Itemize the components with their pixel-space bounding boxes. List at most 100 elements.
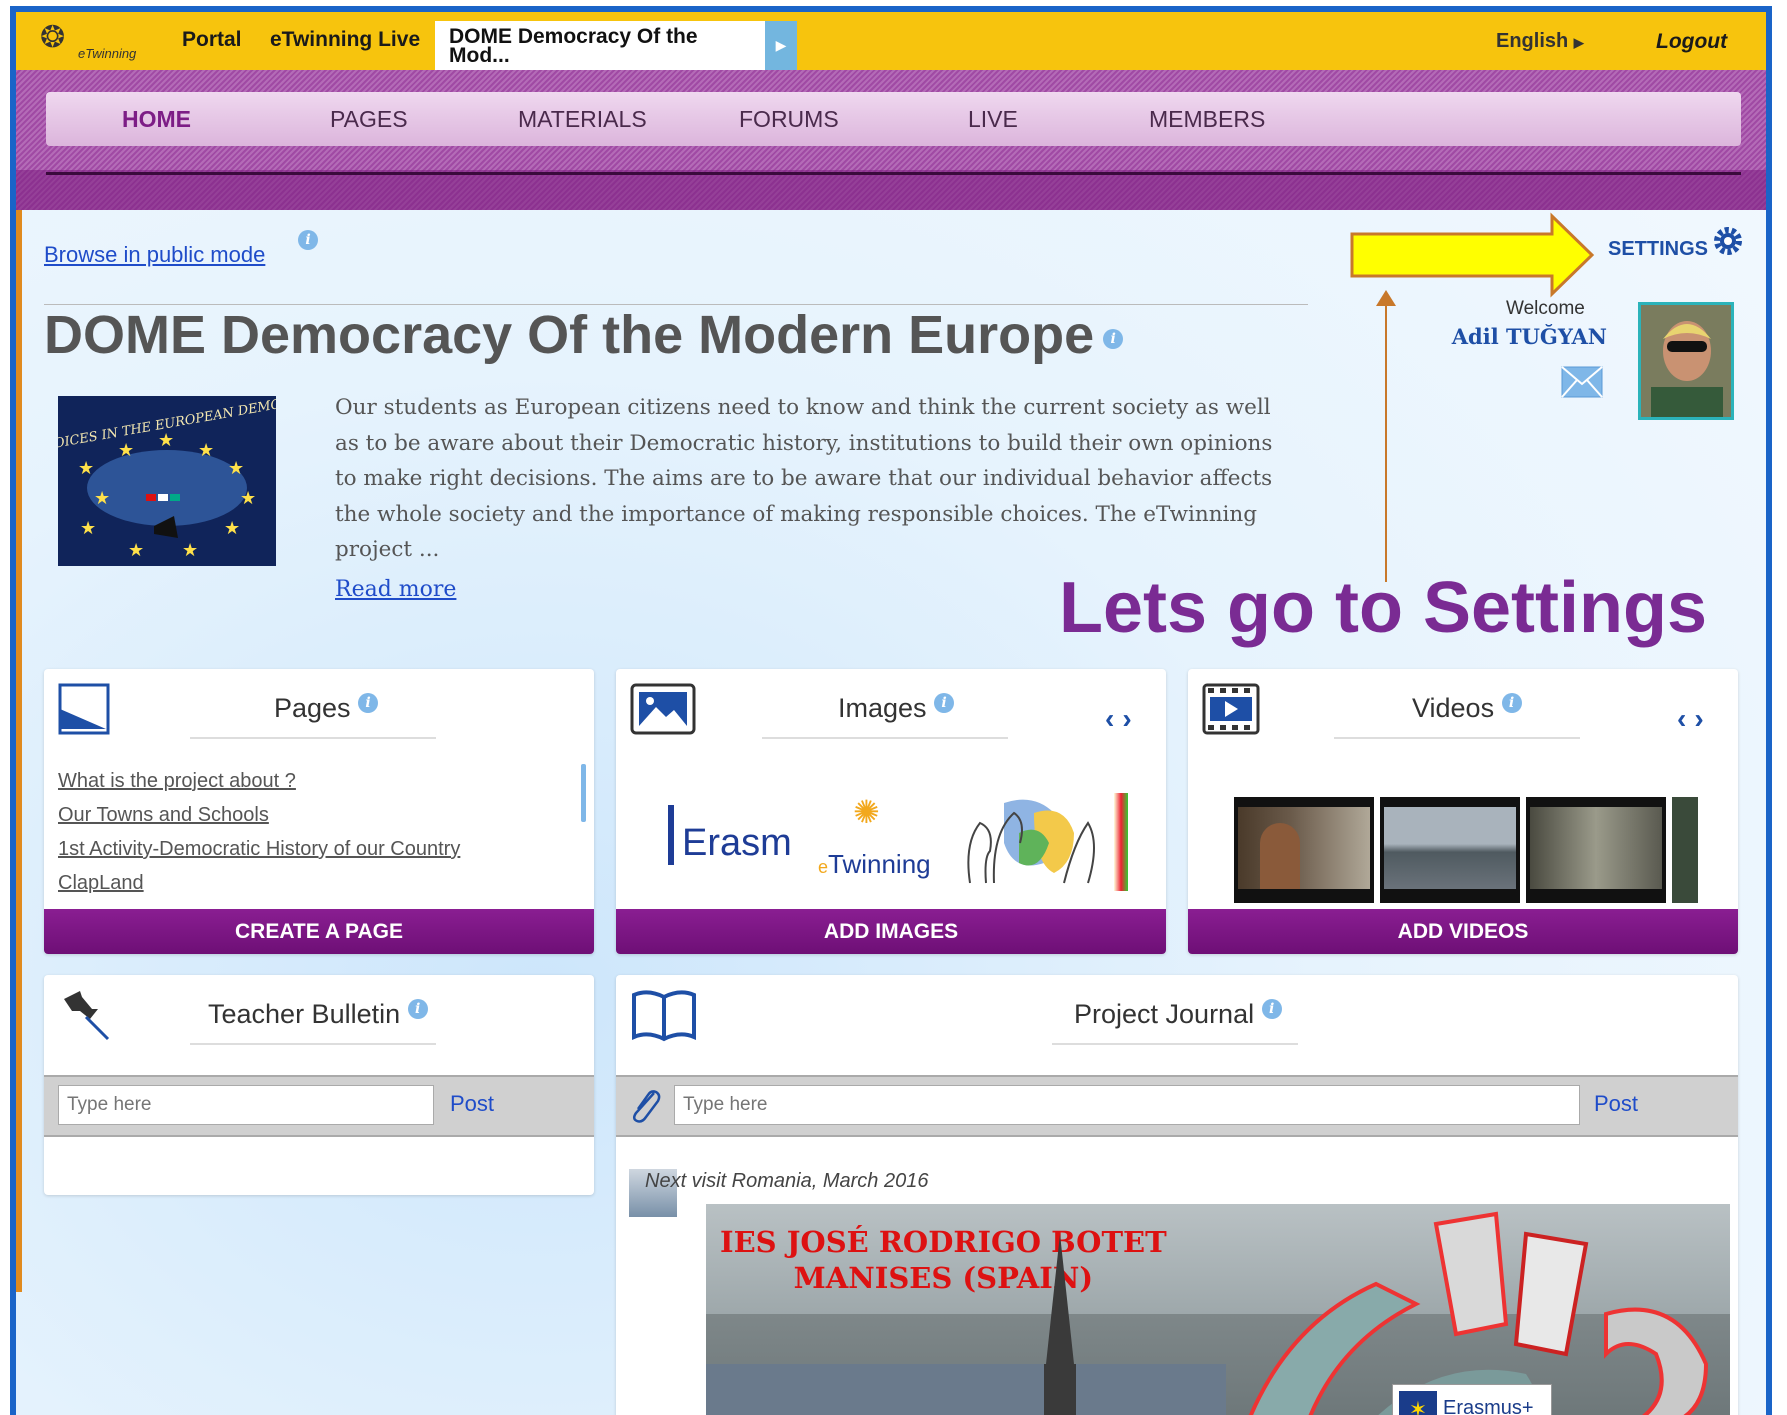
info-icon[interactable]: i [358,693,379,713]
pages-title: Pages i [274,693,379,724]
erasmus-thumbnail[interactable]: Erasm [668,805,792,865]
project-tab[interactable]: DOME Democracy Of the Mod... ▶ [435,21,797,70]
play-arrow-icon[interactable]: ▶ [765,21,797,70]
chevron-right-icon[interactable]: › [1694,703,1711,734]
video-thumbnail[interactable] [1526,797,1666,903]
journal-post-button[interactable]: Post [1594,1091,1638,1117]
svg-text:★: ★ [80,518,96,538]
nav-pages[interactable]: PAGES [330,106,408,133]
carousel-arrows[interactable]: ‹› [1677,703,1712,735]
page-link[interactable]: Our Towns and Schools [58,804,269,827]
create-page-button[interactable]: CREATE A PAGE [44,909,594,954]
language-selector[interactable]: English ▶ [1496,30,1584,53]
main-nav: HOME PAGES MATERIALS FORUMS LIVE MEMBERS [46,92,1741,146]
project-title: DOME Democracy Of the Modern Europe i [44,304,1124,366]
info-icon[interactable]: i [1261,999,1282,1019]
bulletin-title-text: Teacher Bulletin [208,999,401,1029]
page-link[interactable]: What is the project about ? [58,770,296,793]
etwinning-thumbnail[interactable]: ✺ eTwinning [818,793,958,891]
journal-entry-image[interactable]: IES JOSÉ RODRIGO BOTET MANISES (SPAIN) ✶… [706,1204,1730,1415]
info-icon[interactable]: i [1501,693,1522,713]
scrollbar[interactable] [581,764,586,822]
info-icon[interactable]: i [1103,328,1124,349]
svg-text:★: ★ [224,518,240,538]
nav-home[interactable]: HOME [122,106,191,133]
nav-members[interactable]: MEMBERS [1149,106,1265,133]
video-thumbnail[interactable] [1380,797,1520,903]
paperclip-icon[interactable] [628,1087,662,1125]
erasmus-badge: ✶ Erasmus+ [1392,1384,1552,1415]
svg-text:★: ★ [78,458,94,478]
logo-text: eTwinning [78,46,137,61]
svg-text:★: ★ [240,488,256,508]
image-icon [630,683,696,735]
welcome-label: Welcome [1506,298,1585,319]
avatar[interactable] [1638,302,1734,420]
church-spire [1044,1234,1076,1415]
title-underline [190,737,436,739]
image-thumbnails[interactable]: Erasm ✺ eTwinning [668,793,1128,891]
info-icon[interactable]: i [298,230,318,250]
etwinning-live-link[interactable]: eTwinning Live [270,28,420,52]
info-icon[interactable]: i [934,693,955,713]
nav-forums[interactable]: FORUMS [739,106,839,133]
svg-text:★: ★ [94,488,110,508]
videos-card: Videos i ‹› ADD VIDEOS [1188,669,1738,954]
video-thumbnail[interactable] [1672,797,1698,903]
page-link[interactable]: ClapLand [58,872,144,895]
chart-thumbnail[interactable] [1114,793,1128,891]
project-tab-label: DOME Democracy Of the Mod... [449,25,698,67]
pages-card: Pages i What is the project about ? Our … [44,669,594,954]
video-icon [1202,683,1260,735]
etwinning-text: Twinning [828,849,931,879]
journal-input[interactable] [674,1085,1580,1125]
info-icon[interactable]: i [407,999,428,1019]
nav-materials[interactable]: MATERIALS [518,106,647,133]
bulletin-post-bar: Post [44,1075,594,1137]
etwinning-star-icon: ✺ [853,794,880,830]
annotation-line [1385,292,1387,582]
page-icon [58,683,110,735]
add-videos-button[interactable]: ADD VIDEOS [1188,909,1738,954]
nav-rule [46,172,1741,175]
project-title-text: DOME Democracy Of the Modern Europe [44,305,1095,365]
videos-title: Videos i [1412,693,1522,724]
add-images-button[interactable]: ADD IMAGES [616,909,1166,954]
portal-link[interactable]: Portal [182,28,242,52]
etwinning-e: e [818,857,829,877]
logout-link[interactable]: Logout [1656,30,1727,54]
carousel-arrows[interactable]: ‹› [1105,703,1140,735]
user-name-link[interactable]: Adil TUĞYAN [1439,324,1607,349]
etwinning-logo[interactable]: ❂ eTwinning [36,20,156,64]
page-link[interactable]: 1st Activity-Democratic History of our C… [58,838,460,861]
project-description: Our students as European citizens need t… [335,395,1273,562]
chevron-left-icon[interactable]: ‹ [1105,703,1122,734]
browse-public-label: Browse in public mode [44,242,266,267]
school-caption: IES JOSÉ RODRIGO BOTET MANISES (SPAIN) [720,1224,1167,1296]
journal-title-text: Project Journal [1074,999,1255,1029]
svg-text:★: ★ [182,540,198,560]
svg-text:★: ★ [158,430,174,450]
chevron-left-icon[interactable]: ‹ [1677,703,1694,734]
school-name: IES JOSÉ RODRIGO BOTET [720,1225,1167,1259]
videos-title-text: Videos [1412,693,1495,723]
caret-right-icon: ▶ [1573,35,1584,50]
read-more-link[interactable]: Read more [335,577,456,602]
browse-public-mode-link[interactable]: Browse in public mode [44,242,265,268]
faces-thumbnail[interactable] [964,793,1104,891]
title-underline [190,1043,436,1045]
journal-entry-title: Next visit Romania, March 2016 [645,1170,929,1192]
settings-link[interactable]: SETTINGS [1608,238,1708,261]
gear-icon[interactable] [1713,226,1743,256]
mail-icon[interactable] [1561,366,1603,398]
video-thumbnail[interactable] [1234,797,1374,903]
language-label: English [1496,30,1569,52]
chevron-right-icon[interactable]: › [1122,703,1139,734]
top-bar: ❂ eTwinning Portal eTwinning Live DOME D… [16,12,1766,70]
images-title-text: Images [838,693,927,723]
bulletin-post-button[interactable]: Post [450,1091,494,1117]
pages-title-text: Pages [274,693,351,723]
annotation-text: Lets go to Settings [1059,568,1707,648]
nav-live[interactable]: LIVE [968,106,1018,133]
bulletin-input[interactable] [58,1085,434,1125]
